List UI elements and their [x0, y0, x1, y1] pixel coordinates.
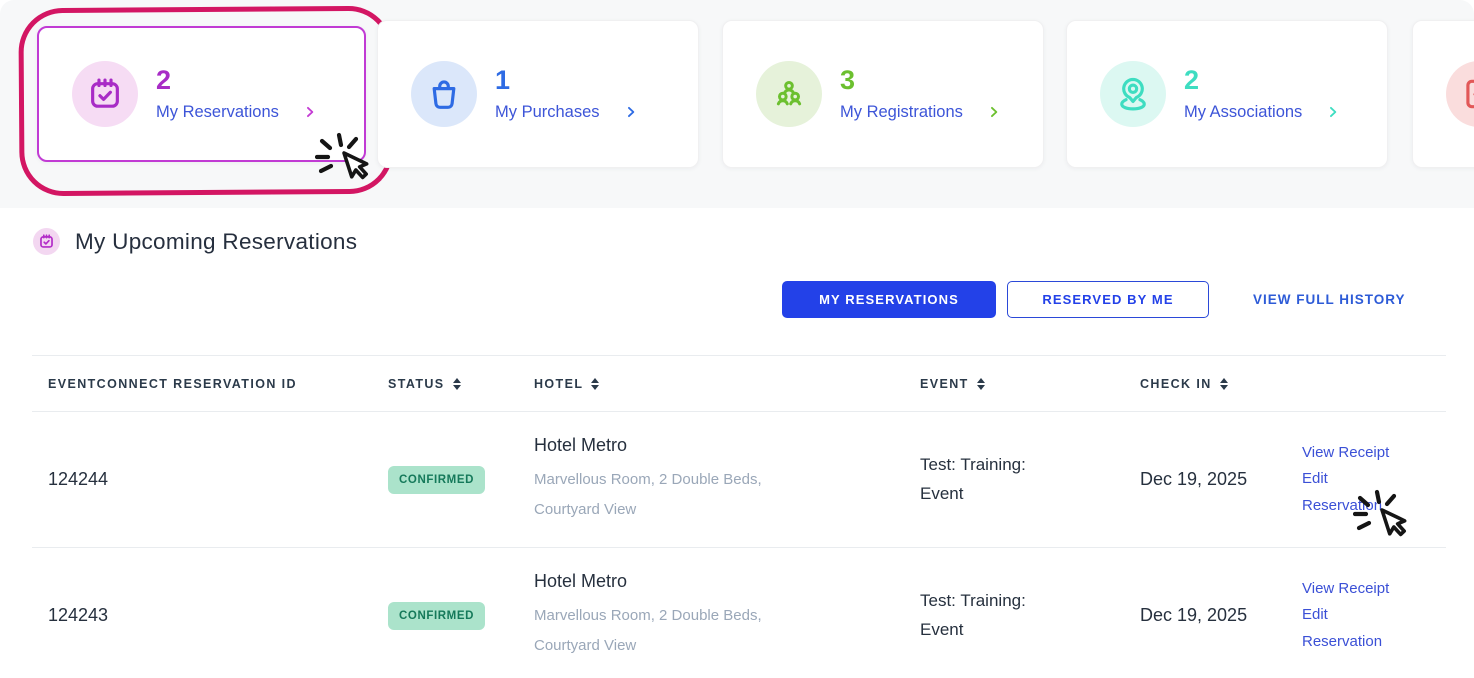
chevron-right-icon — [987, 105, 1001, 119]
calendar-check-icon — [72, 61, 138, 127]
registrations-count: 3 — [840, 64, 856, 95]
card-my-registrations[interactable]: 3 My Registrations — [722, 20, 1044, 168]
column-header-check-in[interactable]: CHECK IN — [1140, 377, 1302, 391]
view-receipt-link[interactable]: View Receipt — [1302, 576, 1402, 602]
column-header-reservation-id: EVENTCONNECT RESERVATION ID — [48, 376, 297, 391]
view-full-history-link[interactable]: VIEW FULL HISTORY — [1253, 292, 1406, 307]
view-receipt-link[interactable]: View Receipt — [1302, 440, 1402, 466]
sort-icon — [452, 377, 461, 390]
column-header-hotel[interactable]: HOTEL — [534, 377, 920, 391]
edit-reservation-link[interactable]: Edit Reservation — [1302, 602, 1402, 655]
card-my-purchases[interactable]: 1 My Purchases — [377, 20, 699, 168]
calendar-check-icon — [33, 228, 60, 255]
reservations-table: EVENTCONNECT RESERVATION ID STATUS HOTEL… — [32, 355, 1446, 678]
check-in-date: Dec 19, 2025 — [1140, 469, 1248, 489]
table-row: 124243 CONFIRMED Hotel Metro Marvellous … — [32, 548, 1446, 678]
associations-label: My Associations — [1184, 102, 1303, 121]
column-header-event[interactable]: EVENT — [920, 377, 1140, 391]
sort-icon — [591, 377, 600, 390]
hotel-name: Hotel Metro — [534, 571, 628, 592]
reserved-by-me-tab-button[interactable]: RESERVED BY ME — [1007, 281, 1209, 318]
reservation-id: 124244 — [48, 469, 109, 489]
page-title: My Upcoming Reservations — [75, 228, 358, 254]
check-in-date: Dec 19, 2025 — [1140, 605, 1248, 625]
event-name: Test: Training: Event — [920, 455, 1026, 503]
status-badge: CONFIRMED — [388, 465, 486, 494]
table-row: 124244 CONFIRMED Hotel Metro Marvellous … — [32, 412, 1446, 548]
sort-icon — [1219, 377, 1228, 390]
hotel-name: Hotel Metro — [534, 435, 628, 456]
shopping-bag-icon — [411, 61, 477, 127]
dashboard-page: 2 My Reservations 1 My Purchases 3 My Re… — [0, 0, 1474, 678]
hotel-room-details: Marvellous Room, 2 Double Beds, Courtyar… — [534, 471, 762, 518]
hotel-room-details: Marvellous Room, 2 Double Beds, Courtyar… — [534, 607, 762, 654]
purchases-count: 1 — [495, 64, 511, 95]
chevron-right-icon — [624, 105, 638, 119]
reservations-count: 2 — [156, 64, 172, 95]
team-icon — [756, 61, 822, 127]
reservations-label: My Reservations — [156, 102, 279, 121]
chevron-right-icon — [1326, 105, 1340, 119]
card-partial-right[interactable] — [1412, 20, 1474, 168]
associations-count: 2 — [1184, 64, 1200, 95]
my-reservations-tab-button[interactable]: MY RESERVATIONS — [782, 281, 996, 318]
event-name: Test: Training: Event — [920, 591, 1026, 639]
status-badge: CONFIRMED — [388, 601, 486, 630]
table-header-row: EVENTCONNECT RESERVATION ID STATUS HOTEL… — [32, 355, 1446, 412]
column-header-status[interactable]: STATUS — [388, 377, 534, 391]
location-pin-icon — [1100, 61, 1166, 127]
sort-icon — [976, 377, 985, 390]
chevron-right-icon — [303, 105, 317, 119]
card-my-reservations[interactable]: 2 My Reservations — [37, 26, 366, 162]
card-my-associations[interactable]: 2 My Associations — [1066, 20, 1388, 168]
edit-reservation-link[interactable]: Edit Reservation — [1302, 466, 1402, 519]
registrations-label: My Registrations — [840, 102, 963, 121]
purchases-label: My Purchases — [495, 102, 600, 121]
reservation-id: 124243 — [48, 605, 109, 625]
document-check-icon — [1446, 61, 1474, 127]
